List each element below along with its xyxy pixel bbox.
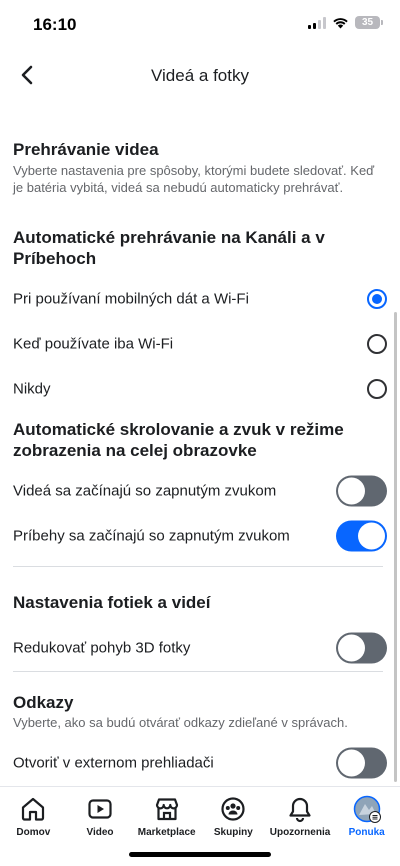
toggle-label: Videá sa začínajú so zapnutým zvukom [13,482,277,500]
home-icon [22,797,45,821]
toggle-knob [338,749,365,777]
status-icons: 35 [308,16,383,29]
toggle-label: Príbehy sa začínajú so zapnutým zvukom [13,527,290,545]
cellular-signal-icon [308,16,326,29]
autoplay-option-mobile-wifi[interactable]: Pri používaní mobilných dát a Wi-Fi [0,277,400,321]
home-indicator [129,852,271,857]
radio-button-selected[interactable] [367,289,387,309]
tab-label: Domov [16,827,51,838]
toggle-row-video-sound[interactable]: Videá sa začínajú so zapnutým zvukom [0,469,400,513]
tab-label: Video [86,827,114,838]
tab-menu[interactable]: Ponuka [333,787,400,846]
tab-label: Marketplace [137,827,196,838]
bottom-tab-bar: Domov Video Marketplace Skupiny Upozorne… [0,786,400,846]
reduce-3d-motion-toggle[interactable] [336,632,387,664]
autoplay-option-label: Nikdy [13,380,51,398]
toggle-knob [338,477,365,505]
wifi-icon [333,18,348,29]
external-browser-toggle[interactable] [336,747,387,779]
video-playback-title: Prehrávanie videa [13,140,159,159]
tab-notifications[interactable]: Upozornenia [267,787,334,846]
toggle-row-external-browser[interactable]: Otvoriť v externom prehliadači [0,741,400,785]
page-title: Videá a fotky [151,66,249,85]
bell-icon [289,797,311,823]
toggle-row-3d-motion[interactable]: Redukovať pohyb 3D fotky [0,626,400,670]
battery-level: 35 [361,17,374,28]
tab-label: Upozornenia [269,827,331,838]
video-playback-description: Vyberte nastavenia pre spôsoby, ktorými … [13,163,375,195]
marketplace-icon [155,798,178,821]
status-bar: 16:10 35 [0,0,400,50]
tab-video[interactable]: Video [67,787,134,846]
menu-avatar-icon [353,795,381,823]
battery-icon: 35 [355,16,383,29]
photo-settings-title: Nastavenia fotiek a videí [13,593,211,612]
toggle-label: Otvoriť v externom prehliadači [13,754,214,772]
autoplay-option-wifi-only[interactable]: Keď používate iba Wi-Fi [0,322,400,366]
radio-button[interactable] [367,379,387,399]
video-icon [88,799,112,819]
links-title: Odkazy [13,693,74,712]
toggle-knob [358,522,385,550]
tab-home[interactable]: Domov [0,787,67,846]
toggle-row-stories-sound[interactable]: Príbehy sa začínajú so zapnutým zvukom [0,514,400,558]
header: Videá a fotky [0,50,400,100]
fullscreen-title: Automatické skrolovanie a zvuk v režime … [13,420,344,460]
video-sound-toggle[interactable] [336,475,387,507]
radio-button[interactable] [367,334,387,354]
tab-label: Skupiny [213,827,253,838]
groups-icon [221,797,245,821]
autoplay-option-never[interactable]: Nikdy [0,367,400,411]
status-time: 16:10 [33,15,77,34]
tab-marketplace[interactable]: Marketplace [133,787,200,846]
scrollbar[interactable] [394,312,397,782]
divider [13,566,383,567]
autoplay-option-label: Keď používate iba Wi-Fi [13,335,174,353]
tab-groups[interactable]: Skupiny [200,787,267,846]
stories-sound-toggle[interactable] [336,520,387,552]
tab-label: Ponuka [348,827,385,838]
toggle-knob [338,634,365,662]
links-description: Vyberte, ako sa budú otvárať odkazy zdie… [13,715,348,730]
autoplay-title: Automatické prehrávanie na Kanáli a v Pr… [13,228,325,268]
toggle-label: Redukovať pohyb 3D fotky [13,639,191,657]
autoplay-option-label: Pri používaní mobilných dát a Wi-Fi [13,290,249,308]
divider [13,671,383,672]
